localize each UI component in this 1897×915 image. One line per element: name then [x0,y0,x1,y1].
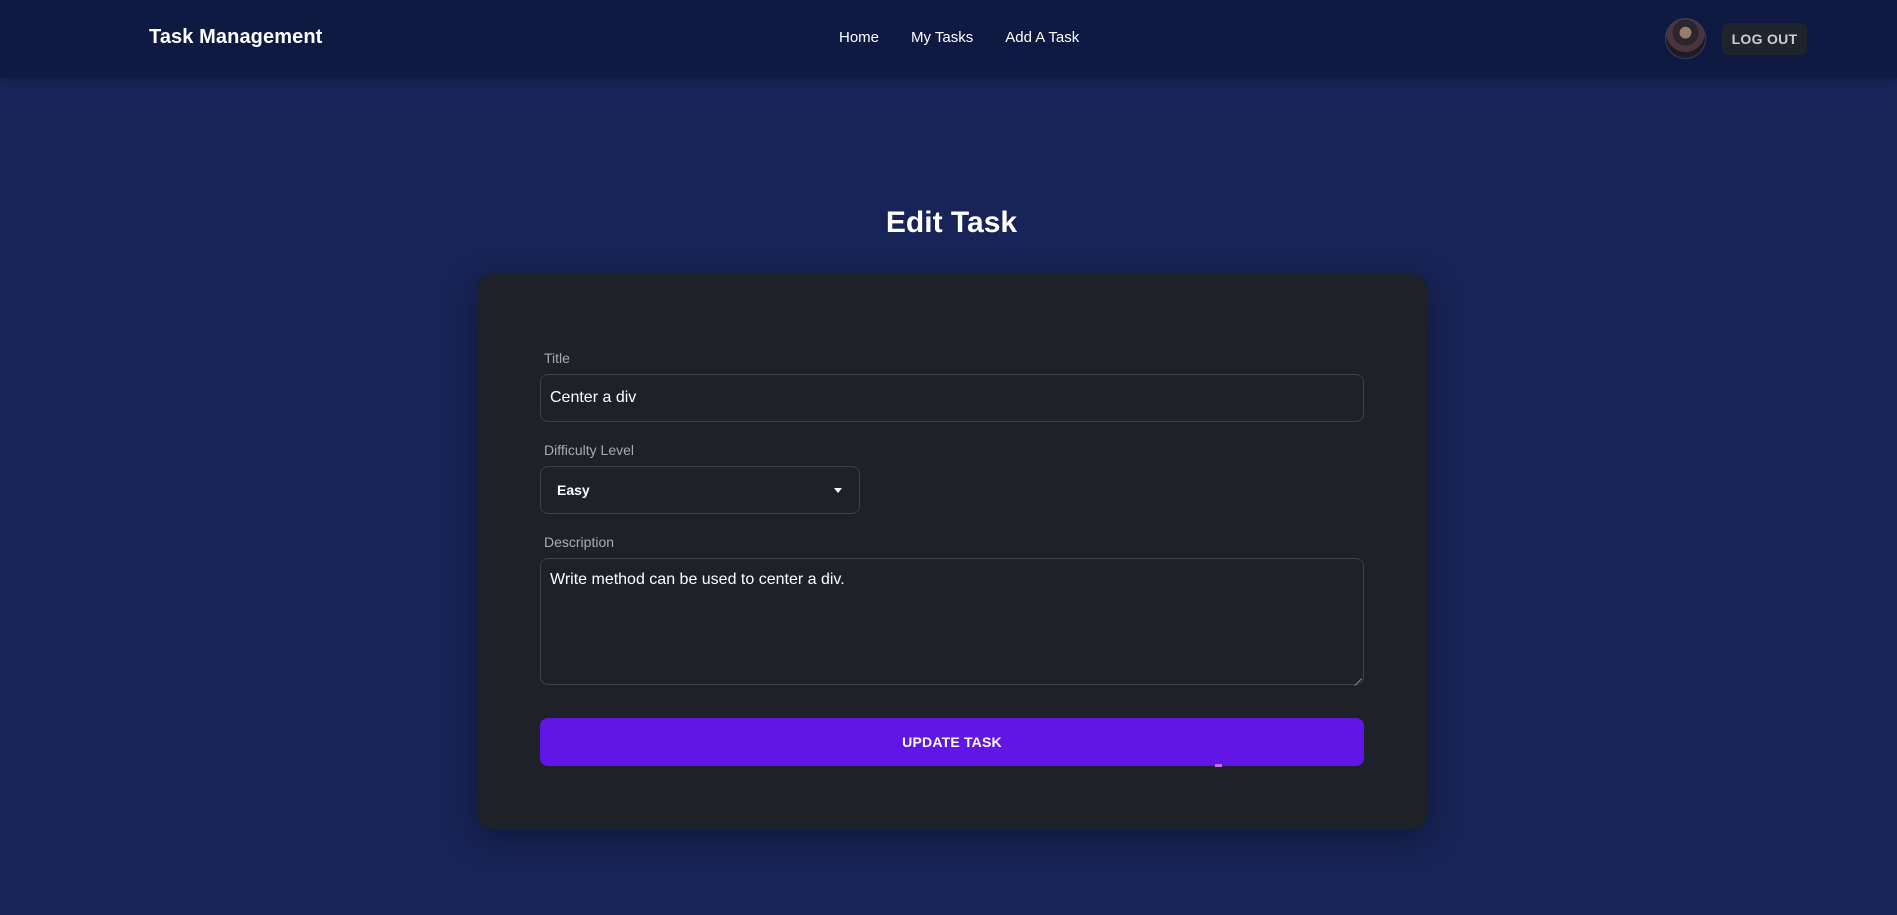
page-title: Edit Task [885,206,1018,239]
title-input[interactable] [540,374,1364,422]
edit-task-form-card: Title Difficulty Level Easy Description … [477,274,1427,830]
nav-link-add-task[interactable]: Add A Task [1005,29,1079,46]
nav-link-home[interactable]: Home [839,29,879,46]
brand-logo-text[interactable]: Task Management [149,26,322,49]
resize-handle-icon[interactable] [1354,671,1362,679]
text-cursor-icon [1215,764,1222,767]
user-avatar[interactable] [1665,18,1706,59]
description-textarea[interactable]: Write method can be used to center a div… [540,558,1364,685]
update-task-button[interactable]: UPDATE TASK [540,718,1364,766]
title-label: Title [544,350,570,366]
nav-link-my-tasks[interactable]: My Tasks [911,29,973,46]
top-navbar: Task Management Home My Tasks Add A Task… [0,0,1897,78]
difficulty-select[interactable]: Easy [540,466,860,514]
nav-links: Home My Tasks Add A Task [839,29,1079,46]
difficulty-label: Difficulty Level [544,442,635,458]
difficulty-selected-value: Easy [557,482,590,498]
logout-button[interactable]: LOG OUT [1722,23,1807,55]
caret-down-icon [834,488,842,493]
description-label: Description [544,534,615,550]
